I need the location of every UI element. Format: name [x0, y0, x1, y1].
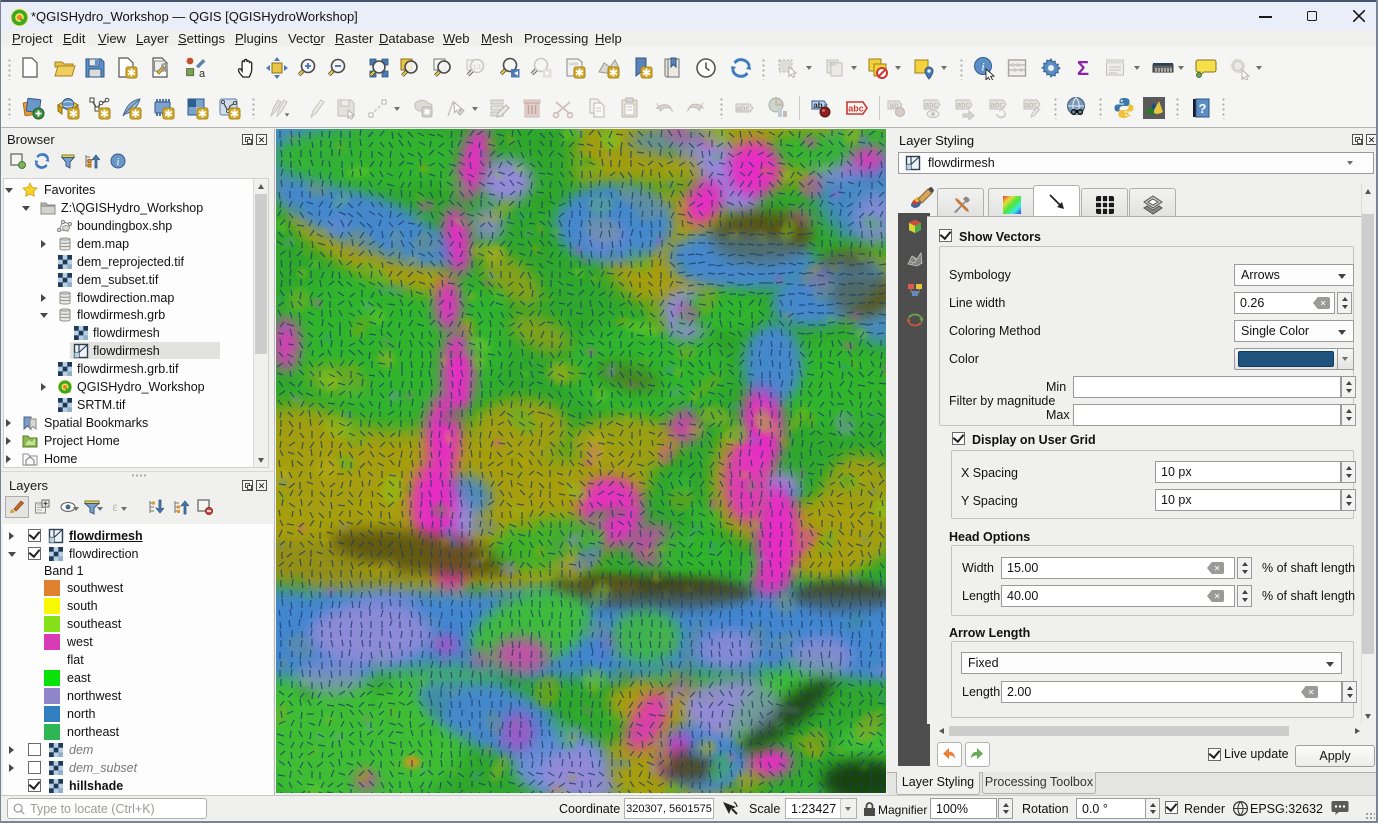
svg-text:abc: abc [737, 104, 750, 113]
svg-text:✱: ✱ [131, 109, 140, 121]
svg-text:1:1: 1:1 [472, 64, 481, 71]
svg-text:i: i [981, 60, 984, 74]
svg-text:i: i [117, 157, 120, 168]
svg-text:✱: ✱ [100, 109, 109, 121]
svg-text:abc: abc [957, 101, 970, 110]
svg-text:✱: ✱ [198, 109, 207, 121]
svg-text:✱: ✱ [164, 109, 173, 121]
svg-text:abc: abc [925, 101, 938, 110]
svg-text:✱: ✱ [642, 68, 651, 80]
svg-text:✱: ✱ [230, 109, 239, 121]
svg-text:✱: ✱ [127, 68, 136, 80]
svg-text:✱: ✱ [609, 68, 618, 80]
svg-text:✱: ✱ [423, 107, 431, 117]
svg-text:abc: abc [1025, 101, 1038, 110]
svg-text:ε: ε [112, 500, 118, 514]
svg-text:✱: ✱ [69, 109, 78, 121]
svg-text:✱: ✱ [575, 68, 584, 80]
svg-text:abc: abc [848, 104, 864, 114]
svg-text:a: a [199, 68, 206, 80]
svg-text:?: ? [1199, 101, 1207, 116]
svg-text:Σ: Σ [1077, 58, 1089, 80]
